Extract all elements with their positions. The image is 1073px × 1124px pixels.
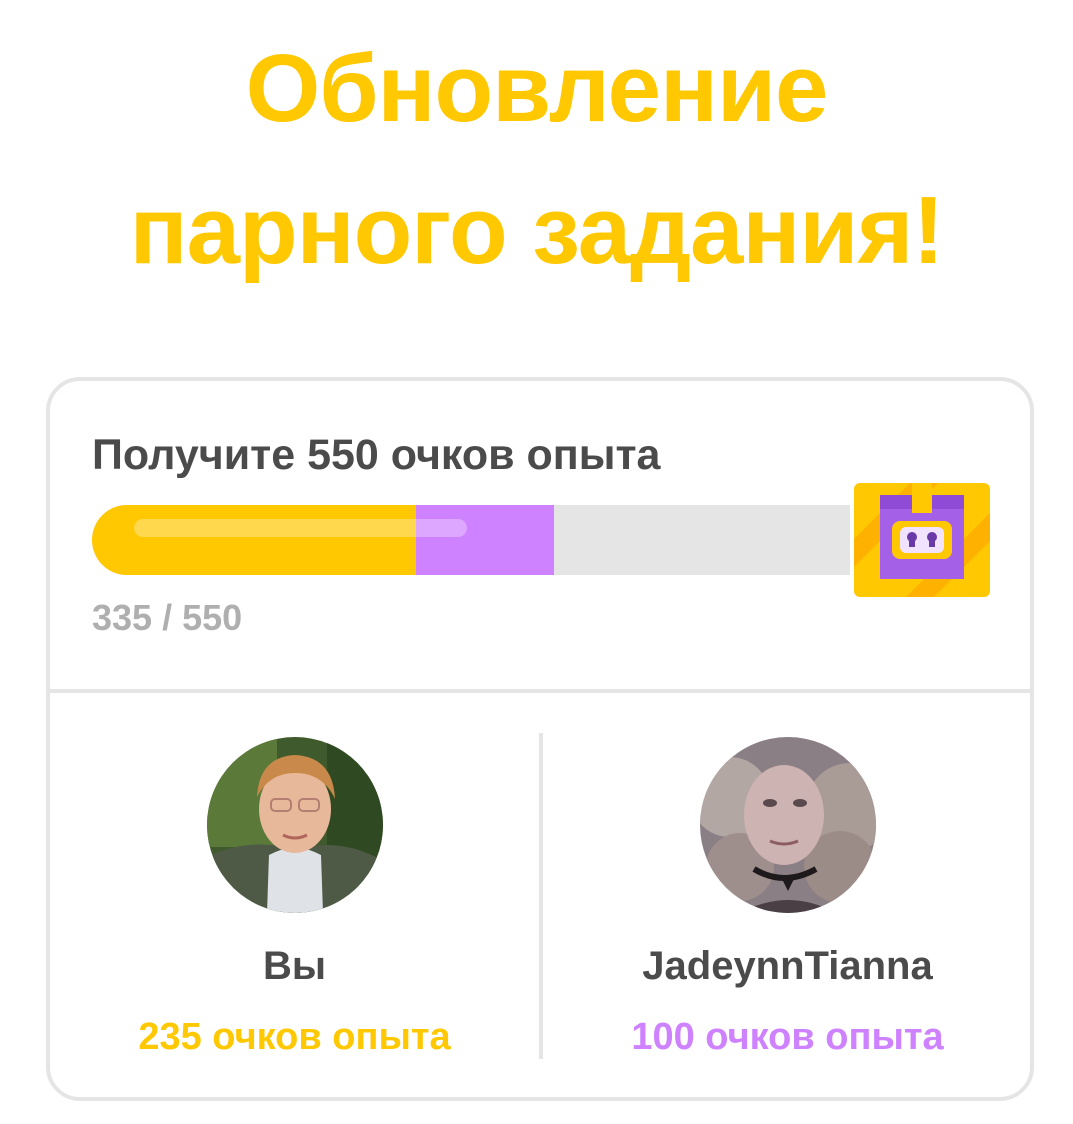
quest-progress-count: 335 / 550	[92, 597, 243, 638]
user-avatar[interactable]	[206, 737, 383, 913]
page-title: Обновление парного задания!	[0, 18, 1073, 302]
quest-progress-bar	[92, 505, 850, 575]
quest-goal: Получите 550 очков опыта	[92, 431, 661, 479]
title-line-2: парного задания!	[129, 177, 945, 284]
member-xp: 100 очков опыта	[631, 1016, 944, 1058]
title-line-1: Обновление	[245, 35, 829, 142]
member-name: JadeynnTianna	[642, 944, 933, 988]
progress-segment-you	[92, 505, 416, 575]
friends-quest-card: Получите 550 очков опыта 335 / 550 Вы 23…	[46, 377, 1034, 1101]
member-you: Вы 235 очков опыта	[50, 737, 539, 1061]
progress-highlight	[134, 519, 467, 537]
friend-avatar[interactable]	[699, 737, 876, 913]
member-partner: JadeynnTianna 100 очков опыта	[543, 737, 1032, 1061]
member-xp: 235 очков опыта	[138, 1016, 451, 1058]
progress-segment-partner	[416, 505, 554, 575]
member-name: Вы	[262, 944, 327, 988]
treasure-chest-icon	[854, 483, 990, 597]
card-divider	[50, 689, 1030, 693]
